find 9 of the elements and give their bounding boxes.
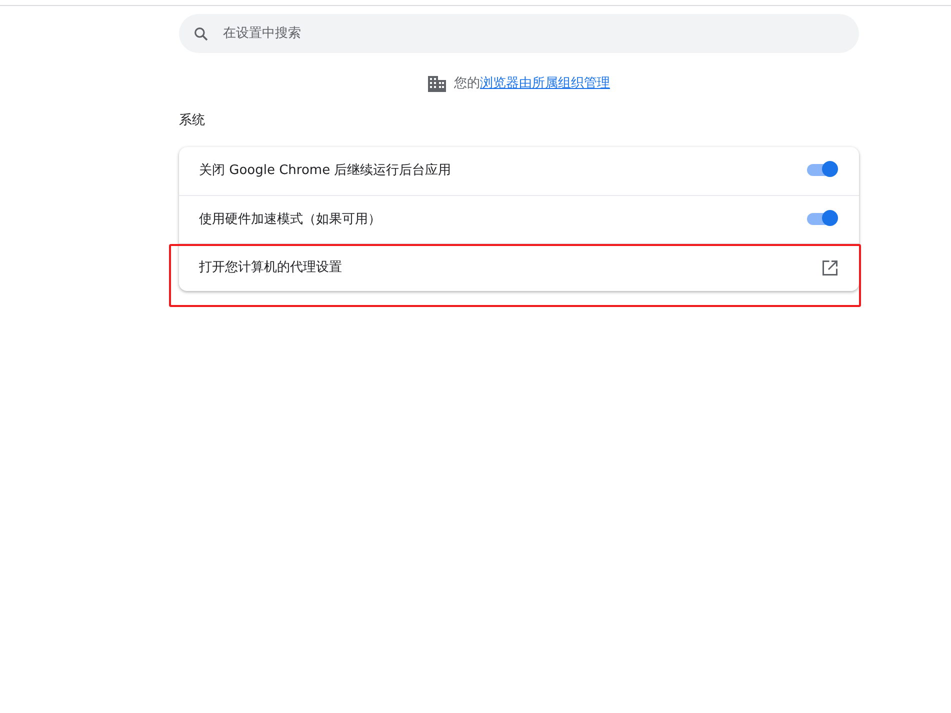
section-title: 系统	[179, 112, 206, 130]
managed-notice: 您的浏览器由所属组织管理	[454, 75, 610, 93]
managed-link[interactable]: 浏览器由所属组织管理	[480, 76, 610, 91]
external-link-icon[interactable]	[821, 258, 839, 276]
building-icon	[428, 76, 446, 92]
setting-label: 使用硬件加速模式（如果可用）	[199, 210, 381, 229]
setting-label: 关闭 Google Chrome 后继续运行后台应用	[199, 162, 452, 180]
setting-label: 打开您计算机的代理设置	[199, 258, 342, 277]
search-field[interactable]: 在设置中搜索	[179, 14, 859, 53]
